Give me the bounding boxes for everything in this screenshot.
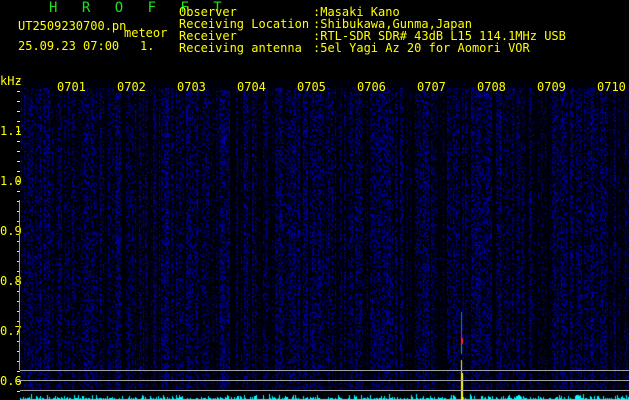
- datetime: 25.09.23 07:00: [18, 39, 120, 53]
- marker-line: [20, 390, 629, 391]
- freq-tick: [17, 141, 20, 142]
- time-label: 0701: [57, 80, 86, 94]
- time-label: 0703: [177, 80, 206, 94]
- time-label: 0709: [537, 80, 566, 94]
- time-label: 0710: [597, 80, 626, 94]
- freq-tick: [17, 371, 20, 372]
- page-number: 1.: [140, 39, 155, 53]
- time-label: 0707: [417, 80, 446, 94]
- freq-tick: [17, 191, 20, 192]
- freq-tick: [17, 151, 20, 152]
- freq-tick: [17, 81, 20, 82]
- freq-tick: [17, 111, 20, 112]
- file-name: UT2509230700.pn: [18, 19, 127, 33]
- freq-tick: [17, 161, 20, 162]
- spectrogram: [20, 80, 629, 400]
- time-label: 0708: [477, 80, 506, 94]
- freq-tick: [17, 181, 20, 182]
- marker-line: [20, 380, 629, 381]
- marker-line: [20, 370, 629, 371]
- time-label: 0702: [117, 80, 146, 94]
- antenna-label: Receiving antenna: [179, 41, 302, 55]
- marker-line-vertical: [19, 200, 20, 370]
- freq-tick: [17, 101, 20, 102]
- time-label: 0705: [297, 80, 326, 94]
- mode-label: meteor: [124, 26, 168, 40]
- freq-tick: [17, 121, 20, 122]
- time-label: 0706: [357, 80, 386, 94]
- time-label: 0704: [237, 80, 266, 94]
- freq-tick: [17, 391, 20, 392]
- freq-tick: [17, 131, 20, 132]
- freq-tick: [17, 381, 20, 382]
- freq-tick: [17, 91, 20, 92]
- antenna-value: :5el Yagi Az 20 for Aomori VOR: [313, 41, 530, 55]
- freq-tick: [17, 171, 20, 172]
